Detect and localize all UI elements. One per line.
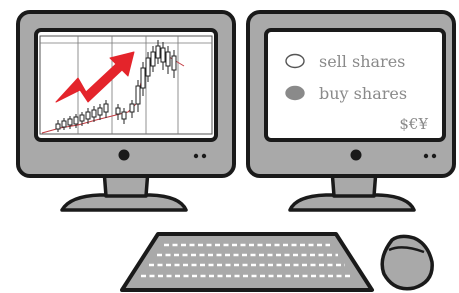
- trading-illustration: sell shares buy shares $€¥: [0, 0, 459, 293]
- right-indicator-dot: [431, 153, 437, 159]
- left-monitor: [16, 10, 236, 212]
- right-monitor: [246, 10, 456, 212]
- right-power-button: [350, 149, 362, 161]
- buy-radio-icon[interactable]: [285, 85, 305, 101]
- keyboard: [120, 232, 374, 292]
- left-indicator-dot: [201, 153, 207, 159]
- currency-symbols: $€¥: [399, 115, 428, 133]
- left-indicator-dot: [193, 153, 199, 159]
- mouse: [380, 234, 434, 291]
- keyboard-body: [120, 232, 374, 292]
- sell-radio-icon[interactable]: [285, 53, 305, 69]
- buy-shares-label: buy shares: [319, 84, 407, 103]
- right-indicator-dot: [423, 153, 429, 159]
- left-power-button: [118, 149, 130, 161]
- illustration-canvas: sell shares buy shares $€¥: [16, 10, 456, 292]
- sell-shares-label: sell shares: [319, 52, 405, 71]
- mouse-body: [380, 234, 434, 291]
